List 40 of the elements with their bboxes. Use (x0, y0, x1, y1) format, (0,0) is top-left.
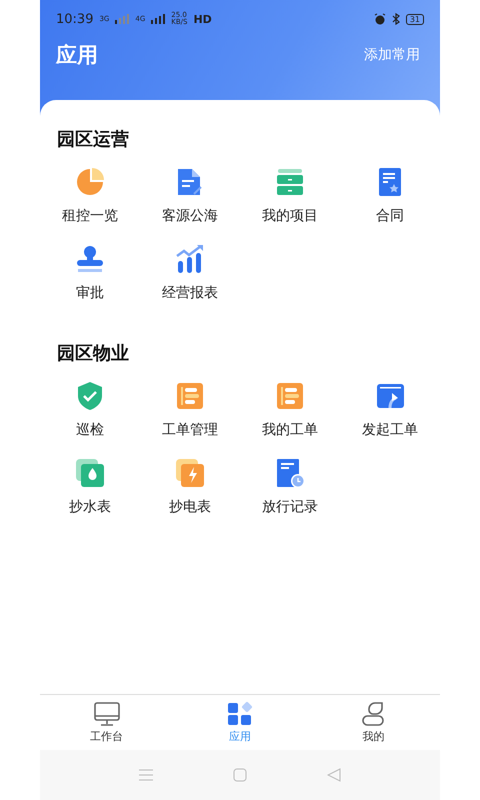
section-title: 园区物业 (56, 342, 130, 366)
stamp-icon (74, 243, 106, 275)
status-time: 10:39 (56, 12, 94, 26)
app-label[interactable]: 抄电表 (169, 498, 211, 516)
user-icon (360, 701, 386, 727)
home-icon[interactable] (233, 768, 247, 782)
tab[interactable]: 工作台 (40, 695, 174, 750)
menu-icon[interactable] (139, 769, 153, 781)
app-label[interactable]: 巡检 (76, 421, 104, 439)
tab[interactable]: 我的 (306, 695, 440, 750)
app-label[interactable]: 合同 (376, 207, 404, 225)
signal-icon (115, 14, 130, 24)
signal-icon (151, 14, 166, 24)
list-icon (174, 380, 206, 412)
app-label[interactable]: 租控一览 (62, 207, 118, 225)
apps-icon (226, 701, 253, 727)
list-icon (274, 380, 306, 412)
alarm-icon (374, 13, 386, 25)
app-label[interactable]: 抄水表 (69, 498, 111, 516)
app-label[interactable]: 客源公海 (162, 207, 218, 225)
bluetooth-icon (392, 13, 400, 25)
app-label[interactable]: 我的工单 (262, 421, 318, 439)
app-label[interactable]: 审批 (76, 284, 104, 302)
back-icon[interactable] (327, 768, 341, 782)
record-icon (274, 457, 306, 489)
app-label[interactable]: 工单管理 (162, 421, 218, 439)
app-label[interactable]: 经营报表 (162, 284, 218, 302)
app-label[interactable]: 我的项目 (262, 207, 318, 225)
page-title: 应用 (56, 42, 98, 69)
section-title: 园区运营 (56, 128, 130, 152)
pie-icon (74, 166, 106, 198)
cabinet-icon (274, 166, 306, 198)
monitor-icon (94, 701, 120, 727)
app-label[interactable]: 发起工单 (362, 421, 418, 439)
chart-icon (174, 243, 206, 275)
battery-icon: 31 (406, 14, 424, 24)
app-label[interactable]: 放行记录 (262, 498, 318, 516)
power-icon (174, 457, 206, 489)
hd-label: HD (193, 12, 212, 26)
water-icon (74, 457, 106, 489)
